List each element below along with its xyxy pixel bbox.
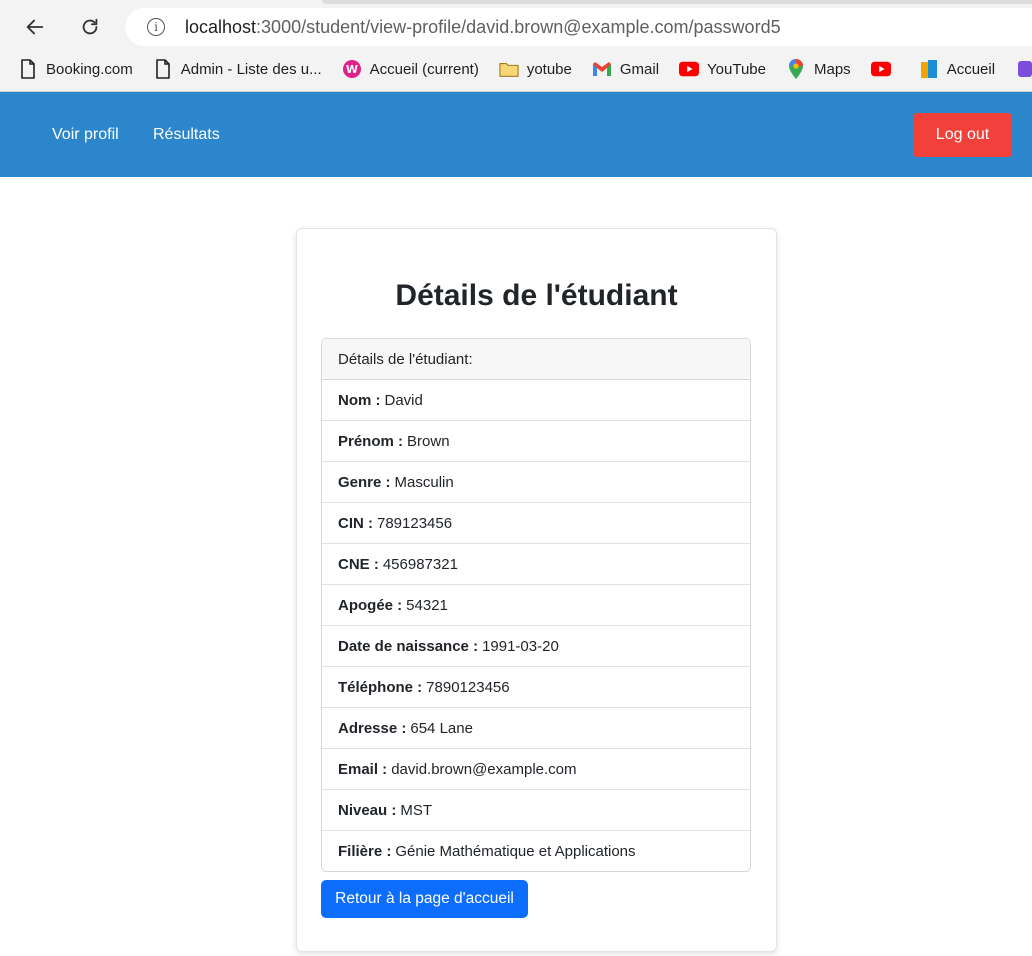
bookmark-yotube[interactable]: yotube — [499, 52, 572, 86]
field-value: 1991-03-20 — [482, 637, 559, 655]
field-date-naissance: Date de naissance :1991-03-20 — [322, 626, 750, 667]
nav-link-resultats[interactable]: Résultats — [153, 126, 220, 144]
bookmark-label: Gmail — [619, 60, 660, 78]
field-adresse: Adresse :654 Lane — [322, 708, 750, 749]
bookmark-app-icon — [919, 59, 939, 79]
field-email: Email : david.brown@example.com — [322, 749, 750, 790]
bookmark-gmail[interactable]: Gmail — [592, 52, 659, 86]
active-tab-edge — [322, 0, 1032, 4]
bookmark-label: Admin - Liste des u... — [180, 60, 322, 78]
address-bar[interactable]: i localhost:3000/student/view-profile/da… — [125, 8, 1032, 46]
wamp-icon: W — [342, 59, 362, 79]
field-telephone: Téléphone :7890123456 — [322, 667, 750, 708]
arrow-left-icon — [26, 19, 44, 35]
page-title: Détails de l'étudiant — [395, 279, 678, 312]
bookmark-maps[interactable]: Maps — [786, 52, 851, 86]
app-icon — [1015, 59, 1032, 79]
field-value: 789123456 — [377, 514, 453, 532]
url-path: :3000/student/view-profile/david.brown@e… — [256, 16, 781, 37]
field-value: 456987321 — [382, 555, 458, 573]
field-label: Genre : — [338, 473, 391, 491]
bookmark-accueil-current[interactable]: W Accueil (current) — [342, 52, 479, 86]
bookmark-overflow[interactable] — [1015, 52, 1032, 86]
info-icon[interactable]: i — [147, 18, 165, 36]
field-label: Adresse : — [338, 719, 407, 737]
back-button[interactable] — [20, 12, 50, 42]
field-label: Date de naissance : — [338, 637, 479, 655]
field-cin: CIN :789123456 — [322, 503, 750, 544]
page-icon — [153, 59, 173, 79]
page-icon — [18, 59, 38, 79]
gmail-icon — [592, 59, 612, 79]
url-host: localhost — [185, 16, 257, 37]
field-prenom: Prénom : Brown — [322, 421, 750, 462]
url-text[interactable]: localhost:3000/student/view-profile/davi… — [185, 17, 781, 38]
field-label: Téléphone : — [338, 678, 423, 696]
student-details-card: Détails de l'étudiant Détails de l'étudi… — [296, 228, 777, 952]
folder-icon — [499, 59, 519, 79]
reload-icon — [82, 18, 98, 35]
details-list: Détails de l'étudiant: Nom : David Prénom… — [321, 338, 751, 872]
bookmark-accueil[interactable]: Accueil — [919, 52, 995, 86]
bookmark-admin[interactable]: Admin - Liste des u... — [153, 52, 322, 86]
field-label: Nom : — [338, 391, 381, 409]
field-value: david.brown@example.com — [391, 760, 577, 778]
bookmarks-bar: Booking.com Admin - Liste des u... W Acc… — [0, 52, 1032, 86]
browser-chrome: i localhost:3000/student/view-profile/da… — [0, 0, 1032, 92]
reload-button[interactable] — [75, 12, 105, 42]
youtube-icon — [679, 59, 700, 79]
svg-text:W: W — [346, 63, 358, 76]
field-niveau: Niveau : MST — [322, 790, 750, 831]
field-value: David — [384, 391, 423, 409]
bookmark-label: yotube — [526, 60, 572, 78]
logout-button[interactable]: Log out — [913, 113, 1012, 157]
bookmark-booking[interactable]: Booking.com — [18, 52, 133, 86]
field-label: Niveau : — [338, 801, 397, 819]
field-genre: Genre : Masculin — [322, 462, 750, 503]
bookmark-label: YouTube — [707, 60, 766, 78]
bookmark-youtube-2[interactable] — [870, 52, 899, 86]
bookmark-label: Accueil (current) — [369, 60, 479, 78]
back-home-button[interactable]: Retour à la page d'accueil — [321, 880, 528, 918]
field-label: Email : — [338, 760, 388, 778]
bookmark-label: Maps — [814, 60, 851, 78]
field-value: 654 Lane — [410, 719, 473, 737]
field-value: 7890123456 — [426, 678, 510, 696]
bookmark-label: Accueil — [946, 60, 996, 78]
field-label: Filière : — [338, 842, 392, 860]
bookmark-youtube[interactable]: YouTube — [679, 52, 766, 86]
field-value: 54321 — [406, 596, 448, 614]
field-label: CIN : — [338, 514, 373, 532]
field-value: MST — [400, 801, 433, 819]
field-value: Masculin — [394, 473, 454, 491]
field-label: Apogée : — [338, 596, 403, 614]
maps-icon — [786, 59, 806, 79]
youtube-icon — [870, 59, 891, 79]
field-filiere: Filière : Génie Mathématique et Applicati… — [322, 831, 750, 871]
list-header: Détails de l'étudiant: — [322, 339, 750, 380]
field-label: Prénom : — [338, 432, 404, 450]
field-value: Génie Mathématique et Applications — [395, 842, 636, 860]
bookmark-label: Booking.com — [46, 60, 133, 78]
field-value: Brown — [407, 432, 450, 450]
field-apogee: Apogée :54321 — [322, 585, 750, 626]
field-cne: CNE :456987321 — [322, 544, 750, 585]
nav-link-voir-profil[interactable]: Voir profil — [52, 126, 119, 144]
field-label: CNE : — [338, 555, 379, 573]
tab-strip — [0, 0, 1032, 4]
field-nom: Nom : David — [322, 380, 750, 421]
